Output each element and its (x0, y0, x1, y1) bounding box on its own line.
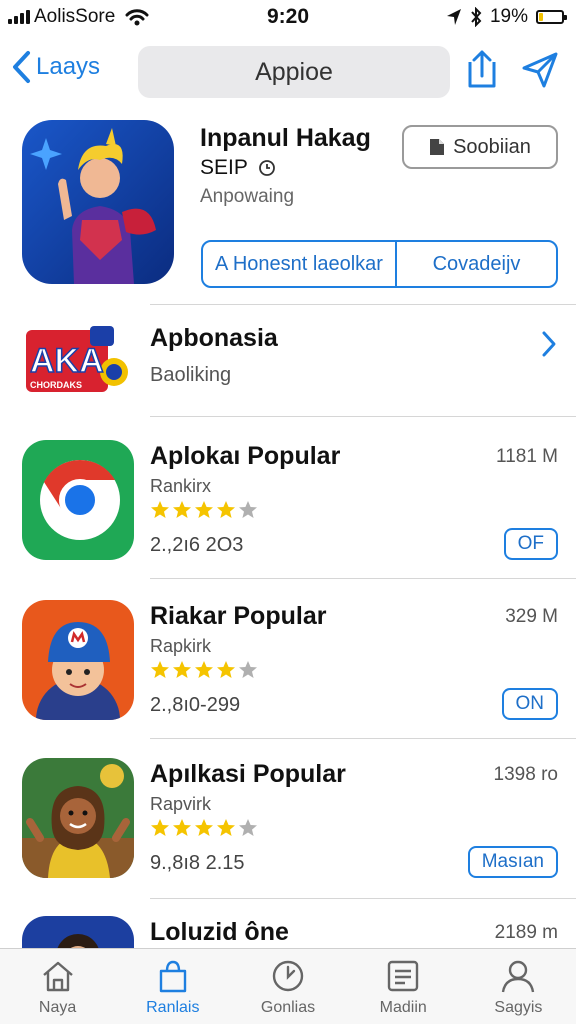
app-rank: Rapkirk (150, 636, 212, 656)
star-icon (217, 819, 235, 836)
battery-percent: 19% (489, 6, 528, 27)
document-icon (430, 139, 445, 155)
share-icon[interactable] (462, 48, 502, 92)
tab-label: Sagyis (494, 999, 543, 1016)
star-rating (150, 660, 258, 680)
chevron-right-icon[interactable] (540, 330, 558, 358)
app-icon (22, 758, 134, 878)
tab-label: Ranlais (146, 999, 200, 1016)
segment-left[interactable]: A Honesnt laeolkar (203, 242, 397, 286)
location-icon (446, 9, 461, 25)
star-rating (150, 818, 258, 838)
star-icon (151, 661, 169, 678)
star-icon (195, 661, 213, 678)
list-item[interactable]: Riakar Popular Rapkirk 2.,8ı0-299 329 M … (0, 600, 576, 750)
app-get-button[interactable]: Masıan (467, 846, 558, 878)
star-rating (150, 500, 258, 520)
list-item[interactable]: Loluzid ône 2189 m (0, 916, 576, 948)
nav-bar: Laays Appioe (0, 40, 576, 104)
star-icon (217, 661, 235, 678)
app-review-count: 9.,8ı8 2.15 (150, 852, 245, 874)
back-button[interactable]: Laays (10, 50, 100, 84)
search-field[interactable]: Appioe (138, 46, 450, 98)
featured-status: Anpowaing (200, 186, 295, 207)
back-label: Laays (36, 53, 101, 80)
star-icon (173, 819, 191, 836)
star-icon (195, 501, 213, 518)
app-rank: Rapvirk (150, 794, 212, 814)
home-icon (42, 961, 73, 992)
tab-naya[interactable]: Naya (0, 949, 115, 1024)
app-name: Riakar Popular (150, 602, 327, 630)
person-icon (502, 960, 535, 993)
featured-subtitle-row: SEIP (200, 156, 276, 180)
divider (150, 416, 576, 417)
divider (150, 304, 576, 305)
list-icon (388, 960, 419, 992)
divider (150, 578, 576, 579)
tab-bar: Naya Ranlais Gonlias Madiin Sagyis (0, 948, 576, 1024)
tab-label: Madiin (379, 999, 427, 1016)
featured-action-label: Soobiian (453, 135, 531, 158)
tab-label: Naya (38, 999, 77, 1016)
status-bar: AolisSore 9:20 19% (0, 0, 576, 34)
list-item[interactable]: Apılkasi Popular Rapvirk 9.,8ı8 2.15 139… (0, 758, 576, 908)
star-icon (239, 501, 257, 518)
app-rank: Rankirx (150, 476, 212, 496)
star-icon (151, 501, 169, 518)
list-item[interactable]: Aplokaı Popular Rankirx 2.,2ı6 2O3 1181 … (0, 440, 576, 590)
app-icon (22, 916, 134, 948)
battery-icon (536, 10, 567, 24)
tab-label: Gonlias (260, 999, 316, 1016)
star-icon (217, 501, 235, 518)
star-icon (195, 819, 213, 836)
featured-segmented-control: A Honesnt laeolkar Covadeijv (201, 240, 558, 288)
tab-sagyis[interactable]: Sagyis (461, 949, 576, 1024)
divider (150, 898, 576, 899)
app-size: 1181 M (496, 446, 558, 467)
app-size: 2189 m (494, 922, 558, 943)
featured-app-icon[interactable] (22, 120, 174, 284)
app-name: Loluzid ône (150, 918, 289, 946)
app-icon (22, 440, 134, 560)
star-icon (239, 819, 257, 836)
category-title: Apbonasia (150, 324, 278, 352)
search-text: Appioe (255, 57, 333, 86)
app-size: 329 M (505, 606, 558, 627)
star-icon (239, 661, 257, 678)
category-logo-text: AKA (30, 342, 104, 380)
app-review-count: 2.,8ı0-299 (150, 694, 241, 716)
category-logo-small: CHORDAKS (30, 380, 82, 390)
featured-action-button[interactable]: Soobiian (402, 125, 558, 169)
clock-icon (272, 960, 304, 992)
app-icon (22, 600, 134, 720)
category-logo[interactable]: AKA CHORDAKS (22, 320, 130, 400)
app-get-button[interactable]: OF (503, 528, 558, 560)
send-icon[interactable] (520, 50, 560, 90)
app-get-button[interactable]: ON (501, 688, 558, 720)
divider (150, 738, 576, 739)
featured-title: Inpanul Hakag (200, 124, 371, 152)
app-name: Aplokaı Popular (150, 442, 341, 470)
status-right: 19% (446, 6, 567, 28)
bluetooth-icon (471, 7, 482, 27)
star-icon (173, 501, 191, 518)
timer-icon (258, 160, 275, 176)
chevron-left-icon (13, 51, 30, 83)
segment-right[interactable]: Covadeijv (397, 242, 556, 286)
app-name: Apılkasi Popular (150, 760, 346, 788)
bag-icon (159, 960, 186, 993)
tab-madiin[interactable]: Madiin (346, 949, 461, 1024)
app-size: 1398 ro (493, 764, 558, 785)
app-review-count: 2.,2ı6 2O3 (150, 534, 244, 556)
tab-gonlias[interactable]: Gonlias (230, 949, 345, 1024)
star-icon (151, 819, 169, 836)
category-subtitle: Baoliking (150, 364, 232, 386)
star-icon (173, 661, 191, 678)
tab-ranlais[interactable]: Ranlais (115, 949, 230, 1024)
featured-subtitle: SEIP (200, 156, 248, 179)
